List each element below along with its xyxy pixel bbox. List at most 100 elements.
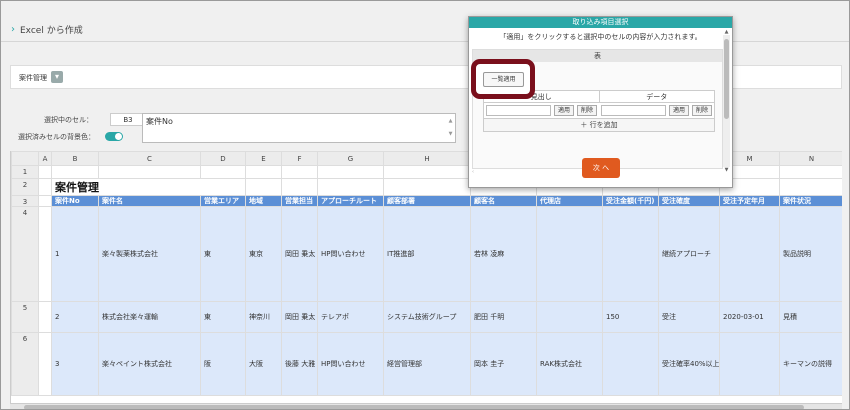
- table-cell[interactable]: [536, 301, 603, 333]
- table-cell[interactable]: 受注確率40%以上: [658, 332, 720, 396]
- table-cell[interactable]: 岡田 乗太: [281, 301, 318, 333]
- bulk-apply-button[interactable]: 一覧適用: [483, 72, 524, 87]
- grid-cell[interactable]: [245, 178, 282, 196]
- table-cell[interactable]: HP問い合わせ: [317, 332, 384, 396]
- grid-cell[interactable]: [38, 165, 52, 179]
- table-cell[interactable]: 東: [200, 301, 246, 333]
- table-cell[interactable]: 受注: [658, 301, 720, 333]
- table-header-cell[interactable]: 案件No: [51, 195, 99, 207]
- table-cell[interactable]: HP問い合わせ: [317, 206, 384, 302]
- column-header[interactable]: H: [383, 151, 471, 166]
- data-input[interactable]: [601, 105, 666, 116]
- table-cell[interactable]: [602, 332, 659, 396]
- sheet-title-cell[interactable]: 案件管理: [51, 178, 246, 196]
- table-cell[interactable]: テレアポ: [317, 301, 384, 333]
- grid-cell[interactable]: [38, 178, 52, 196]
- column-header[interactable]: C: [98, 151, 201, 166]
- table-cell[interactable]: 岡田 乗太: [281, 206, 318, 302]
- table-header-cell[interactable]: アプローチルート: [317, 195, 384, 207]
- table-cell[interactable]: 東: [200, 206, 246, 302]
- row-header[interactable]: 5: [11, 301, 39, 333]
- column-header[interactable]: E: [245, 151, 282, 166]
- table-cell[interactable]: 3: [51, 332, 99, 396]
- table-cell[interactable]: [719, 206, 780, 302]
- next-button[interactable]: 次 へ: [582, 158, 620, 178]
- row-header[interactable]: 1: [11, 165, 39, 179]
- column-header[interactable]: F: [281, 151, 318, 166]
- table-cell[interactable]: RAK株式会社: [536, 332, 603, 396]
- dialog-scrollbar-thumb[interactable]: [724, 39, 729, 119]
- table-cell[interactable]: 1: [51, 206, 99, 302]
- grid-cell[interactable]: [38, 301, 52, 333]
- heading-input[interactable]: [486, 105, 551, 116]
- chevron-down-icon[interactable]: ▾: [51, 71, 63, 83]
- table-cell[interactable]: [719, 332, 780, 396]
- table-cell[interactable]: 株式会社楽々運輸: [98, 301, 201, 333]
- table-header-cell[interactable]: 案件状況: [779, 195, 842, 207]
- scroll-down-icon[interactable]: ▼: [723, 167, 730, 173]
- grid-cell[interactable]: [51, 165, 99, 179]
- table-header-cell[interactable]: 顧客名: [470, 195, 537, 207]
- row-header[interactable]: 2: [11, 178, 39, 196]
- table-header-cell[interactable]: 案件名: [98, 195, 201, 207]
- grid-cell[interactable]: [383, 178, 471, 196]
- textarea-scrollbar[interactable]: ▲ ▼: [447, 115, 454, 141]
- table-cell[interactable]: 肥田 千明: [470, 301, 537, 333]
- scrollbar-thumb[interactable]: [24, 405, 804, 409]
- grid-cell[interactable]: [38, 332, 52, 396]
- table-cell[interactable]: 後藤 大雅: [281, 332, 318, 396]
- dialog-vertical-scrollbar[interactable]: ▲ ▼: [723, 29, 730, 173]
- grid-cell[interactable]: [98, 165, 201, 179]
- cell-value-textarea[interactable]: 案件No ▲ ▼: [142, 113, 456, 143]
- column-header[interactable]: D: [200, 151, 246, 166]
- data-delete-button[interactable]: 削除: [691, 105, 712, 116]
- grid-cell[interactable]: [779, 178, 842, 196]
- table-cell[interactable]: キーマンの説得: [779, 332, 842, 396]
- grid-cell[interactable]: [281, 165, 318, 179]
- row-header[interactable]: 3: [11, 195, 39, 207]
- table-cell[interactable]: 大阪: [245, 332, 282, 396]
- data-apply-button[interactable]: 適用: [668, 105, 689, 116]
- table-cell[interactable]: [602, 206, 659, 302]
- grid-cell[interactable]: [38, 195, 52, 207]
- row-header[interactable]: 4: [11, 206, 39, 302]
- table-header-cell[interactable]: 地域: [245, 195, 282, 207]
- column-header[interactable]: N: [779, 151, 842, 166]
- table-header-cell[interactable]: 受注金額(千円): [602, 195, 659, 207]
- column-header[interactable]: A: [38, 151, 52, 166]
- scroll-up-icon[interactable]: ▲: [723, 29, 730, 35]
- table-cell[interactable]: 経営管理部: [383, 332, 471, 396]
- heading-apply-button[interactable]: 適用: [553, 105, 574, 116]
- table-header-cell[interactable]: 受注確度: [658, 195, 720, 207]
- grid-cell[interactable]: [38, 206, 52, 302]
- table-cell[interactable]: 継続アプローチ: [658, 206, 720, 302]
- table-header-cell[interactable]: 受注予定年月: [719, 195, 780, 207]
- row-header[interactable]: 6: [11, 332, 39, 396]
- column-header[interactable]: B: [51, 151, 99, 166]
- add-row-button[interactable]: ＋ 行を追加: [483, 119, 715, 132]
- table-cell[interactable]: 2020-03-01: [719, 301, 780, 333]
- grid-cell[interactable]: [281, 178, 318, 196]
- table-cell[interactable]: [536, 206, 603, 302]
- table-cell[interactable]: 楽々製薬株式会社: [98, 206, 201, 302]
- table-header-cell[interactable]: 営業エリア: [200, 195, 246, 207]
- heading-delete-button[interactable]: 削除: [576, 105, 597, 116]
- grid-cell[interactable]: [317, 165, 384, 179]
- table-cell[interactable]: システム技術グループ: [383, 301, 471, 333]
- grid-cell[interactable]: [245, 165, 282, 179]
- table-cell[interactable]: 楽々ペイント株式会社: [98, 332, 201, 396]
- table-cell[interactable]: 製品説明: [779, 206, 842, 302]
- table-cell[interactable]: 神奈川: [245, 301, 282, 333]
- horizontal-scrollbar[interactable]: [10, 403, 842, 409]
- table-cell[interactable]: 東京: [245, 206, 282, 302]
- grid-cell[interactable]: [383, 165, 471, 179]
- table-cell[interactable]: 若林 凌麻: [470, 206, 537, 302]
- table-cell[interactable]: 2: [51, 301, 99, 333]
- grid-cell[interactable]: [779, 165, 842, 179]
- table-cell[interactable]: 150: [602, 301, 659, 333]
- grid-cell[interactable]: [200, 165, 246, 179]
- column-header[interactable]: G: [317, 151, 384, 166]
- table-header-cell[interactable]: 顧客部署: [383, 195, 471, 207]
- table-cell[interactable]: 阪: [200, 332, 246, 396]
- bg-color-toggle[interactable]: [105, 132, 123, 141]
